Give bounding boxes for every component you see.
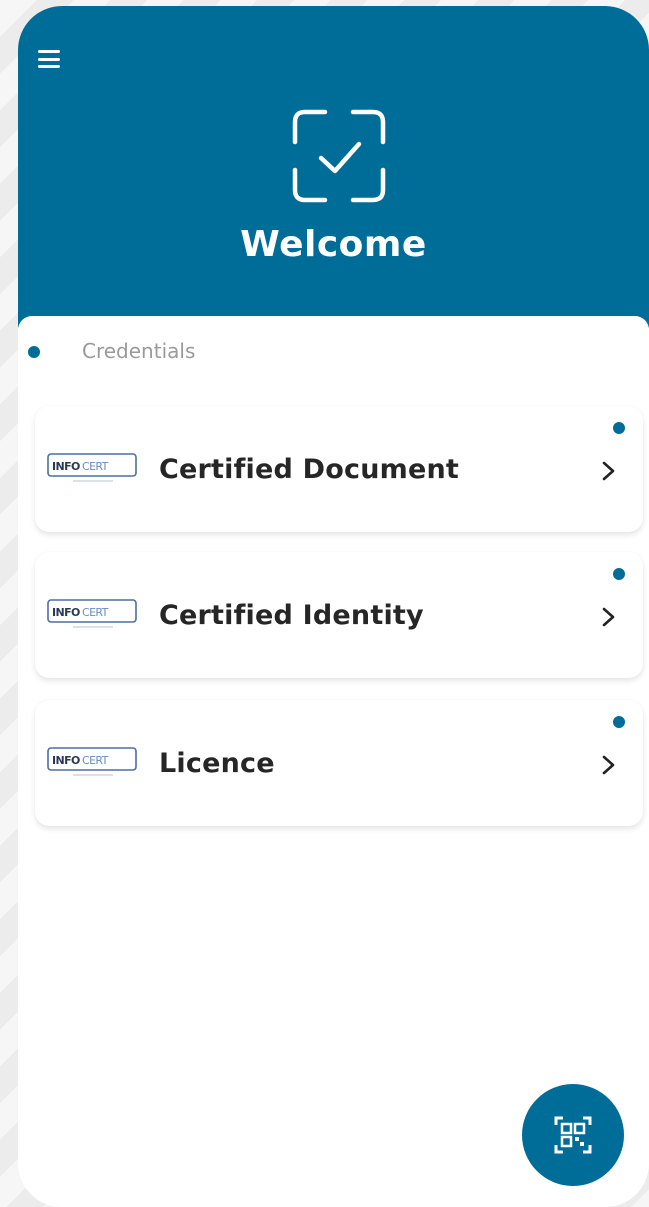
app-screen: Welcome Credentials INFO CERT Certified … (18, 6, 649, 1207)
svg-text:CERT: CERT (82, 460, 109, 473)
chevron-right-icon (602, 607, 615, 627)
page-title: Welcome (240, 224, 427, 265)
credential-card-certified-document[interactable]: INFO CERT Certified Document (35, 406, 643, 532)
infocert-logo: INFO CERT (47, 747, 137, 776)
scan-qr-button[interactable] (522, 1084, 624, 1186)
header: Welcome (18, 6, 649, 328)
infocert-logo: INFO CERT (47, 453, 137, 482)
section-label: Credentials (82, 339, 196, 363)
hamburger-menu-icon (38, 50, 60, 53)
checkbox-check-icon (292, 109, 386, 203)
credential-title: Licence (159, 748, 275, 779)
qr-scan-icon (554, 1116, 592, 1154)
svg-text:INFO: INFO (52, 460, 80, 473)
chevron-right-icon (602, 755, 615, 775)
credentials-section: Credentials INFO CERT Certified Document… (18, 316, 649, 1207)
credential-card-licence[interactable]: INFO CERT Licence (35, 700, 643, 826)
svg-text:CERT: CERT (82, 754, 109, 767)
new-indicator-dot (613, 716, 625, 728)
svg-text:INFO: INFO (52, 754, 80, 767)
new-indicator-dot (613, 422, 625, 434)
chevron-right-icon (602, 461, 615, 481)
svg-text:INFO: INFO (52, 606, 80, 619)
svg-text:CERT: CERT (82, 606, 109, 619)
menu-button[interactable] (38, 48, 64, 70)
infocert-logo: INFO CERT (47, 599, 137, 628)
credential-title: Certified Identity (159, 600, 424, 631)
section-indicator-dot (28, 346, 40, 358)
credential-card-certified-identity[interactable]: INFO CERT Certified Identity (35, 552, 643, 678)
credential-title: Certified Document (159, 454, 460, 485)
new-indicator-dot (613, 568, 625, 580)
